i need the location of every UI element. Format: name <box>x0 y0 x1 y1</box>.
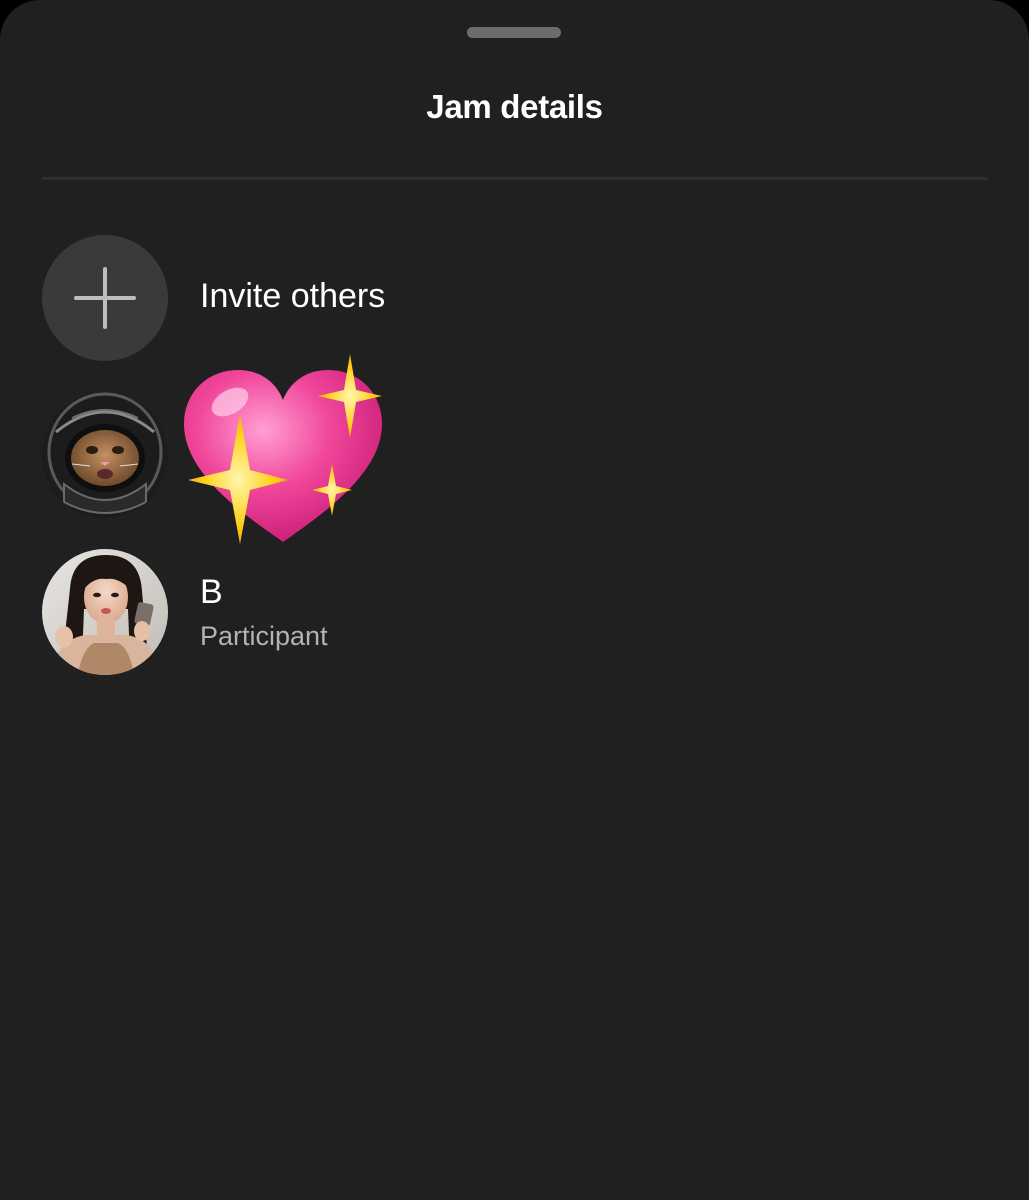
person-photo-image <box>42 549 168 675</box>
participant-row[interactable] <box>42 354 988 544</box>
drag-handle[interactable] <box>467 27 561 38</box>
participant-row[interactable]: B Participant <box>42 549 988 675</box>
divider <box>42 177 988 180</box>
participant-name: B <box>200 573 223 611</box>
plus-icon <box>74 267 136 329</box>
invite-circle[interactable] <box>42 235 168 361</box>
invite-others-label: Invite others <box>200 277 386 315</box>
participant-role: Participant <box>200 621 328 651</box>
jam-details-sheet: Jam details Invite others B Participant <box>0 0 1029 1200</box>
invite-others-button[interactable]: Invite others <box>42 235 988 361</box>
person-photo-avatar[interactable] <box>42 549 168 675</box>
cat-helmet-image <box>42 392 168 518</box>
sparkling-heart-emoji <box>184 354 382 544</box>
cat-in-helmet-avatar[interactable] <box>42 392 168 518</box>
sheet-title: Jam details <box>426 88 603 125</box>
